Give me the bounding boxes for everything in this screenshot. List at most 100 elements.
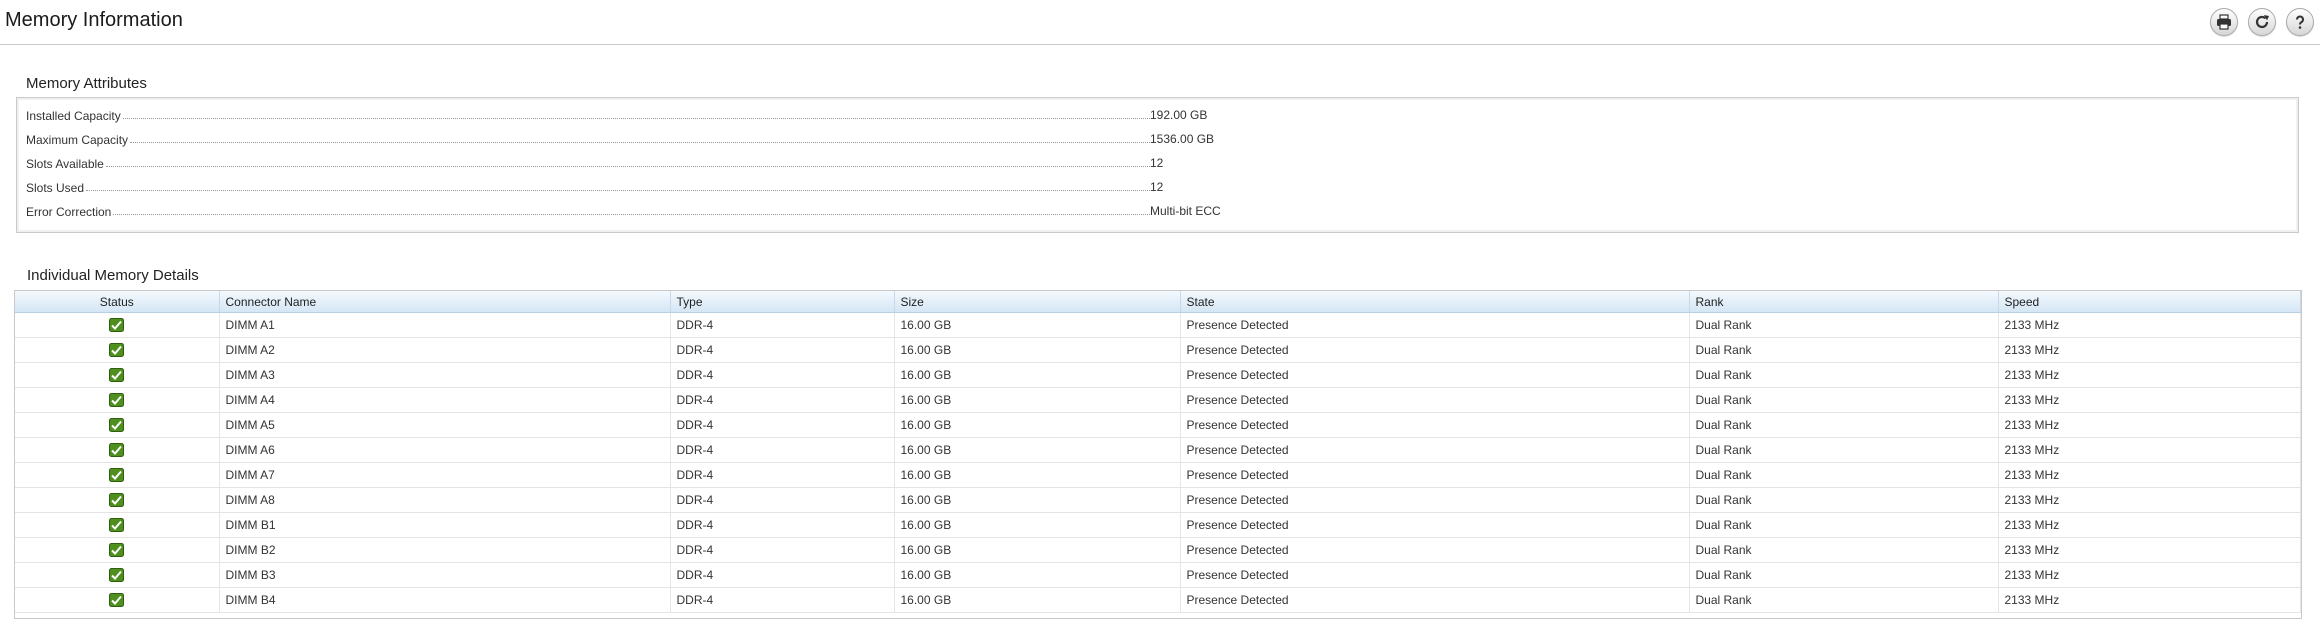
state-cell: Presence Detected xyxy=(1180,337,1690,363)
leader-dots xyxy=(86,189,1152,191)
attribute-row: Error Correction xyxy=(26,201,1156,221)
speed-cell: 2133 MHz xyxy=(1998,562,2301,588)
table-row[interactable]: DIMM B4 DDR-4 16.00 GB Presence Detected Dua… xyxy=(15,587,2301,613)
table-row[interactable]: DIMM A3 DDR-4 16.00 GB Presence Detected Dua… xyxy=(15,362,2301,388)
rank-cell: Dual Rank xyxy=(1689,562,1999,588)
status-cell xyxy=(15,362,220,388)
name-cell: DIMM A4 xyxy=(219,387,671,413)
print-icon xyxy=(2217,14,2231,30)
speed-cell: 2133 MHz xyxy=(1998,312,2301,338)
table-row[interactable]: DIMM B2 DDR-4 16.00 GB Presence Detected Dua… xyxy=(15,537,2301,563)
table-row[interactable]: DIMM B3 DDR-4 16.00 GB Presence Detected Dua… xyxy=(15,562,2301,588)
leader-dots xyxy=(122,117,1152,119)
rank-cell: Dual Rank xyxy=(1689,537,1999,563)
column-header-type[interactable]: Type xyxy=(670,291,895,313)
status-ok-icon xyxy=(109,368,125,383)
state-cell: Presence Detected xyxy=(1180,487,1690,513)
status-cell xyxy=(15,512,220,538)
column-header-status[interactable]: Status xyxy=(15,291,220,313)
rank-cell: Dual Rank xyxy=(1689,487,1999,513)
name-cell: DIMM B4 xyxy=(219,587,671,613)
speed-cell: 2133 MHz xyxy=(1998,412,2301,438)
table-row[interactable]: DIMM A8 DDR-4 16.00 GB Presence Detected Dua… xyxy=(15,487,2301,513)
type-cell: DDR-4 xyxy=(670,437,895,463)
status-cell xyxy=(15,562,220,588)
status-cell xyxy=(15,437,220,463)
leader-dots xyxy=(130,141,1152,143)
help-button[interactable] xyxy=(2286,8,2314,36)
status-cell xyxy=(15,487,220,513)
state-cell: Presence Detected xyxy=(1180,412,1690,438)
status-cell xyxy=(15,537,220,563)
speed-cell: 2133 MHz xyxy=(1998,537,2301,563)
table-row[interactable]: DIMM A6 DDR-4 16.00 GB Presence Detected Dua… xyxy=(15,437,2301,463)
rank-cell: Dual Rank xyxy=(1689,337,1999,363)
type-cell: DDR-4 xyxy=(670,362,895,388)
size-cell: 16.00 GB xyxy=(894,487,1181,513)
attribute-label: Slots Available xyxy=(26,157,104,171)
memory-details-table: Status Connector Name Type Size State Rank Spe… xyxy=(15,291,2301,613)
attribute-value: 12 xyxy=(1150,156,1164,170)
column-header-name[interactable]: Connector Name xyxy=(219,291,671,313)
column-header-state[interactable]: State xyxy=(1180,291,1690,313)
table-row[interactable]: DIMM B1 DDR-4 16.00 GB Presence Detected Dua… xyxy=(15,512,2301,538)
name-cell: DIMM B3 xyxy=(219,562,671,588)
status-cell xyxy=(15,387,220,413)
size-cell: 16.00 GB xyxy=(894,562,1181,588)
status-ok-icon xyxy=(109,393,125,408)
type-cell: DDR-4 xyxy=(670,462,895,488)
attribute-value: 1536.00 GB xyxy=(1150,132,1215,146)
help-icon xyxy=(2296,15,2304,29)
state-cell: Presence Detected xyxy=(1180,512,1690,538)
memory-attributes-title: Memory Attributes xyxy=(26,75,147,92)
table-row[interactable]: DIMM A4 DDR-4 16.00 GB Presence Detected Dua… xyxy=(15,387,2301,413)
size-cell: 16.00 GB xyxy=(894,512,1181,538)
table-row[interactable]: DIMM A1 DDR-4 16.00 GB Presence Detected Dua… xyxy=(15,312,2301,338)
state-cell: Presence Detected xyxy=(1180,437,1690,463)
speed-cell: 2133 MHz xyxy=(1998,487,2301,513)
status-ok-icon xyxy=(109,518,125,533)
column-header-speed[interactable]: Speed xyxy=(1998,291,2301,313)
column-header-size[interactable]: Size xyxy=(894,291,1181,313)
name-cell: DIMM A7 xyxy=(219,462,671,488)
type-cell: DDR-4 xyxy=(670,487,895,513)
speed-cell: 2133 MHz xyxy=(1998,437,2301,463)
attribute-label: Slots Used xyxy=(26,181,85,195)
table-row[interactable]: DIMM A7 DDR-4 16.00 GB Presence Detected Dua… xyxy=(15,462,2301,488)
speed-cell: 2133 MHz xyxy=(1998,337,2301,363)
name-cell: DIMM A2 xyxy=(219,337,671,363)
type-cell: DDR-4 xyxy=(670,387,895,413)
status-ok-icon xyxy=(109,543,125,558)
leader-dots xyxy=(105,165,1152,167)
attribute-value: 192.00 GB xyxy=(1150,108,1208,122)
type-cell: DDR-4 xyxy=(670,412,895,438)
type-cell: DDR-4 xyxy=(670,537,895,563)
rank-cell: Dual Rank xyxy=(1689,412,1999,438)
state-cell: Presence Detected xyxy=(1180,312,1690,338)
attribute-row: Slots Available xyxy=(26,153,1156,173)
page-title: Memory Information xyxy=(5,9,183,31)
size-cell: 16.00 GB xyxy=(894,537,1181,563)
status-cell xyxy=(15,337,220,363)
table-row[interactable]: DIMM A2 DDR-4 16.00 GB Presence Detected Dua… xyxy=(15,337,2301,363)
speed-cell: 2133 MHz xyxy=(1998,587,2301,613)
state-cell: Presence Detected xyxy=(1180,587,1690,613)
refresh-icon xyxy=(2255,15,2269,29)
state-cell: Presence Detected xyxy=(1180,362,1690,388)
refresh-button[interactable] xyxy=(2248,8,2276,36)
name-cell: DIMM B2 xyxy=(219,537,671,563)
size-cell: 16.00 GB xyxy=(894,437,1181,463)
leader-dots xyxy=(113,213,1152,215)
status-ok-icon xyxy=(109,418,125,433)
attribute-row: Maximum Capacity xyxy=(26,129,1156,149)
table-header-row: Status Connector Name Type Size State Rank Spe… xyxy=(15,291,2301,313)
size-cell: 16.00 GB xyxy=(894,387,1181,413)
name-cell: DIMM A1 xyxy=(219,312,671,338)
name-cell: DIMM A8 xyxy=(219,487,671,513)
print-button[interactable] xyxy=(2210,8,2238,36)
type-cell: DDR-4 xyxy=(670,587,895,613)
page-header: Memory Information xyxy=(0,0,2320,45)
column-header-rank[interactable]: Rank xyxy=(1689,291,1999,313)
table-row[interactable]: DIMM A5 DDR-4 16.00 GB Presence Detected Dua… xyxy=(15,412,2301,438)
status-ok-icon xyxy=(109,593,125,608)
